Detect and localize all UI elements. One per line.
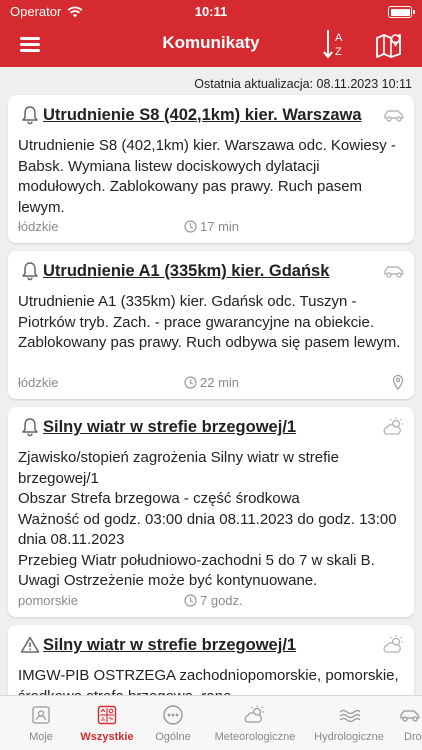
tab-meteorologiczne[interactable]: Meteorologiczne [206, 696, 304, 750]
bell-icon [22, 418, 38, 437]
nav-bar: Komunikaty A Z [0, 26, 422, 62]
tab-moje[interactable]: Moje [6, 696, 76, 750]
tab-drogowe[interactable]: Dro [396, 696, 422, 750]
card-body-line: Zjawisko/stopień zagrożenia Silny wiatr … [18, 449, 339, 487]
card-body: IMGW-PIB OSTRZEGA zachodniopomorskie, po… [18, 667, 399, 695]
all-categories-icon [97, 705, 117, 725]
map-icon [376, 34, 401, 58]
card-body: Utrudnienie A1 (335km) kier. Gdańsk odc.… [18, 293, 401, 351]
card-body: Utrudnienie S8 (402,1km) kier. Warszawa … [18, 137, 396, 216]
last-update-text: Ostatnia aktualizacja: 08.11.2023 10:11 [194, 77, 412, 91]
bell-icon [22, 262, 38, 281]
announcement-card[interactable]: Utrudnienie A1 (335km) kier. Gdańsk Utru… [8, 251, 414, 399]
weather-icon [383, 635, 403, 653]
tab-label: Wszystkie [80, 731, 134, 743]
card-title[interactable]: Utrudnienie S8 (402,1km) kier. Warszawa [43, 106, 384, 125]
tab-label: Moje [29, 731, 53, 743]
bell-icon [22, 106, 38, 125]
tab-ogolne[interactable]: Ogólne [140, 696, 206, 750]
tab-hydrologiczne[interactable]: Hydrologiczne [304, 696, 394, 750]
sort-alphabetical-button[interactable]: A Z [322, 28, 348, 60]
svg-text:Z: Z [335, 46, 342, 58]
card-title[interactable]: Silny wiatr w strefie brzegowej/1 [43, 636, 384, 655]
card-time: 22 min [184, 375, 239, 390]
car-icon [384, 266, 404, 278]
card-body-line: Przebieg Wiatr południowo-zachodni 5 do … [18, 551, 375, 590]
location-pin-icon[interactable] [392, 374, 404, 390]
weather-icon [244, 705, 264, 723]
water-waves-icon [339, 709, 360, 723]
svg-text:A: A [335, 32, 343, 44]
card-title[interactable]: Utrudnienie A1 (335km) kier. Gdańsk [43, 262, 384, 281]
clock-icon [184, 376, 197, 389]
page-title: Komunikaty [162, 33, 260, 52]
tab-label: Dro [404, 731, 422, 743]
announcement-card[interactable]: Silny wiatr w strefie brzegowej/1 IMGW-P… [8, 625, 414, 695]
profile-card-icon [32, 706, 50, 724]
tab-bar: Moje Wszystkie Ogólne Meteorologiczne Hy… [0, 695, 422, 750]
car-icon [400, 710, 420, 722]
battery-icon [388, 6, 415, 18]
card-region: pomorskie [18, 593, 78, 608]
card-time: 17 min [184, 219, 239, 234]
clock-icon [184, 594, 197, 607]
more-dots-icon [163, 705, 183, 725]
clock-icon [184, 220, 197, 233]
card-region: łódzkie [18, 375, 59, 390]
card-body-line: Ważność od godz. 03:00 dnia 08.11.2023 d… [18, 510, 397, 549]
clock: 10:11 [194, 4, 228, 19]
card-region: łódzkie [18, 219, 59, 234]
announcement-card[interactable]: Utrudnienie S8 (402,1km) kier. Warszawa … [8, 95, 414, 243]
card-time: 7 godz. [184, 593, 243, 608]
card-time-value: 22 min [200, 375, 240, 390]
announcement-list[interactable]: Utrudnienie S8 (402,1km) kier. Warszawa … [0, 93, 422, 695]
card-body-line: Obszar Strefa brzegowa - część środkowa [18, 490, 300, 507]
card-title[interactable]: Silny wiatr w strefie brzegowej/1 [43, 418, 384, 437]
weather-icon [383, 417, 403, 435]
status-bar: Operator 10:11 [0, 0, 422, 24]
card-time-value: 17 min [200, 219, 240, 234]
warning-triangle-icon [20, 636, 40, 653]
tab-label: Hydrologiczne [314, 731, 384, 743]
menu-button[interactable] [20, 34, 46, 54]
map-view-button[interactable] [374, 30, 404, 58]
announcement-card[interactable]: Silny wiatr w strefie brzegowej/1 Zjawis… [8, 407, 414, 617]
tab-label: Meteorologiczne [214, 731, 296, 743]
sort-az-icon: A Z [323, 30, 343, 59]
app-header: Operator 10:11 Komunikaty A Z [0, 0, 422, 67]
card-body: Zjawisko/stopień zagrożenia Silny wiatr … [18, 448, 402, 592]
tab-wszystkie[interactable]: Wszystkie [74, 696, 140, 750]
card-time-value: 7 godz. [200, 593, 243, 608]
tab-label: Ogólne [155, 731, 191, 743]
car-icon [384, 110, 404, 122]
